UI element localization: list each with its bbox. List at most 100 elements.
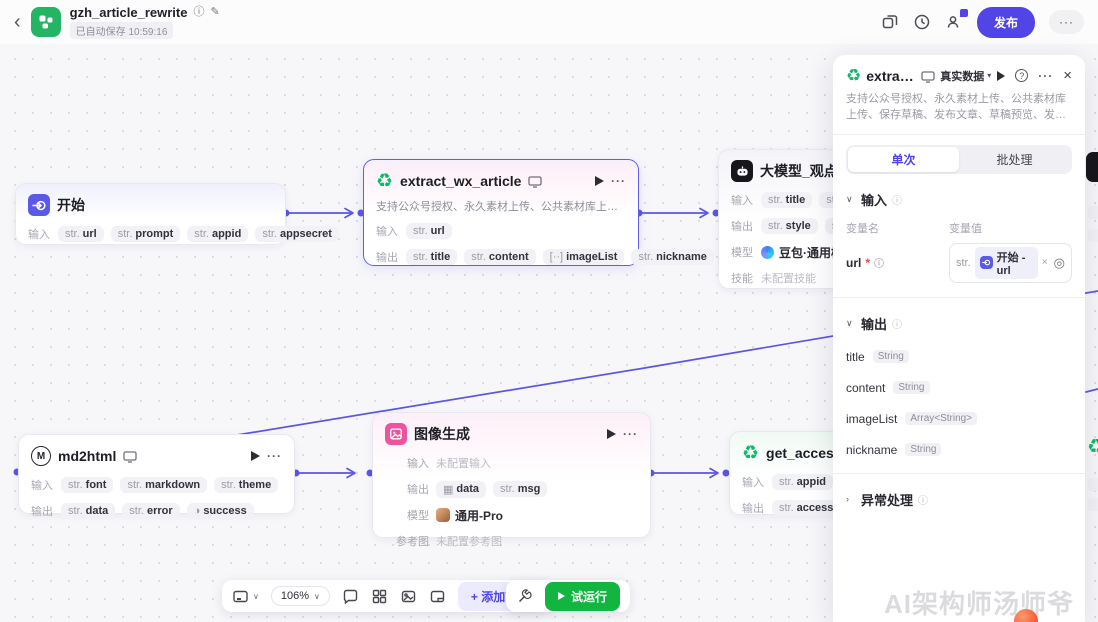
param-tag: str. theme [214,477,279,493]
row-label: 输入 [742,477,764,489]
row-label: 输入 [28,229,50,241]
output-item: nickname String [846,443,1072,457]
header-actions: 发布 ··· [881,6,1084,38]
collapse-icon[interactable]: ∨ [846,318,856,329]
row-label: 输出 [731,221,753,233]
plugin-icon: ♻ [376,170,394,192]
info-icon: ⓘ [874,259,885,271]
workflow-app-icon [30,7,61,37]
node-title: extract_wx_article [400,173,522,189]
duplicate-icon[interactable] [881,13,899,31]
node-md2html[interactable]: M md2html ··· 输入 str. font str. markdown s… [18,434,295,519]
partial-plugin-icon: ♻ [1087,436,1098,458]
node-more-icon[interactable]: ··· [267,449,282,463]
node-extract-wx-article[interactable]: ♻ extract_wx_article ··· 支持公众号授权、永久素材上传、… [363,159,714,266]
partial-node-icon [1086,152,1098,182]
publish-button[interactable]: 发布 [976,6,1035,38]
node-more-icon[interactable]: ··· [611,174,626,188]
auto-layout-icon[interactable] [371,588,388,605]
run-node-icon[interactable] [595,176,604,186]
start-icon [979,256,993,270]
preset-value-icon[interactable]: ◎ [1054,255,1065,271]
llm-robot-icon [731,160,753,182]
collapse-icon[interactable]: ∨ [846,194,856,205]
row-label: 模型 [731,247,753,259]
param-tag: ◑ success [186,503,254,519]
info-icon: ⓘ [918,495,929,507]
row-label: 输入 [31,480,53,492]
markdown-icon: M [31,446,51,466]
node-more-icon[interactable]: ··· [623,427,638,441]
panel-title: extract_wx_article [866,67,916,84]
preview-icon[interactable] [528,175,543,188]
run-node-icon[interactable] [607,429,616,439]
param-tag: str. error [122,503,180,519]
interaction-mode-dropdown[interactable]: ∨ [232,588,259,605]
collaboration-badge [959,9,968,17]
info-icon: ⓘ [892,195,903,207]
param-tag: str. title [761,192,813,208]
test-run-button[interactable]: 试运行 [545,581,621,611]
panel-description: 支持公众号授权、永久素材上传、公共素材库上传、保存草稿、发布文章、草稿预览、发布… [846,93,1066,121]
debug-tool-icon[interactable] [516,588,533,605]
run-mode-tabs: 单次 批处理 [846,144,1072,174]
model-value: 通用-Pro [436,507,503,524]
node-title: md2html [58,448,117,464]
param-tag: str. url [406,223,452,239]
param-tag: ▦ data [436,480,487,498]
edit-icon[interactable]: ✎ [210,7,219,18]
param-tag: str. appid [187,226,249,242]
data-mode-dropdown[interactable]: 真实数据 ▾ [940,68,991,84]
output-item: content String [846,381,1072,395]
info-icon: ⓘ [892,319,903,331]
param-tag: str. markdown [120,477,208,493]
variable-value-field[interactable]: str. 开始 - url × ◎ [949,242,1072,283]
tab-single-run[interactable]: 单次 [848,146,959,172]
partial-tag [1088,229,1098,242]
zoom-level-dropdown[interactable]: 106% ∨ [270,586,330,606]
info-icon[interactable]: ⓘ [193,7,204,18]
preview-icon[interactable] [123,450,137,463]
close-icon[interactable]: × [1063,67,1072,84]
param-tag: str. nickname [631,249,714,265]
run-node-icon[interactable] [251,451,260,461]
tab-batch[interactable]: 批处理 [959,147,1070,172]
param-tag: str. data [61,503,116,519]
back-icon[interactable]: ‹ [14,12,21,32]
input-empty-text: 未配置输入 [436,458,491,470]
node-image-generation[interactable]: 图像生成 ··· 输入 未配置输入 输出 ▦ data str. msg 模型 通用… [372,412,651,548]
variable-reference-pill[interactable]: 开始 - url [974,246,1038,279]
output-section-title: 输出 [861,316,888,332]
panel-more-icon[interactable]: ··· [1038,69,1053,83]
workflow-title: gzh_article_rewrite [69,5,188,20]
output-item: imageList Array<String> [846,412,1072,426]
model-avatar [436,508,450,522]
workflow-editor: { "icons": { "back": "‹", "info": "ⓘ", "… [0,0,1098,622]
partial-tag [1088,478,1098,491]
history-icon[interactable] [913,13,931,31]
node-start[interactable]: 开始 输入 str. url str. prompt str. appid str. a… [15,183,339,245]
node-title: 图像生成 [414,426,470,442]
param-tag: str. title [406,249,458,265]
row-label: 输入 [376,226,398,238]
refimage-empty-text: 未配置参考图 [436,536,502,548]
exception-section-title: 异常处理 [861,492,914,508]
row-label: 输出 [376,252,398,264]
collaboration-icon[interactable] [945,9,968,31]
plugin-icon: ♻ [846,66,862,85]
clear-reference-icon[interactable]: × [1042,257,1048,268]
frame-icon[interactable] [429,588,446,605]
export-image-icon[interactable] [400,588,417,605]
comment-icon[interactable] [342,588,359,605]
expand-icon[interactable]: › [846,494,856,504]
input-column-headers: 变量名 变量值 [846,222,982,235]
preview-icon[interactable] [921,70,935,83]
canvas-toolbar: ∨ 106% ∨ + 添加节点 [222,580,553,612]
param-tag: [··] imageList [542,249,625,265]
run-node-icon[interactable] [997,70,1006,81]
help-icon[interactable]: ? [1015,69,1029,82]
plugin-icon: ♻ [742,442,760,464]
run-toolbar: 试运行 [506,580,631,612]
header-more-button[interactable]: ··· [1049,10,1084,34]
play-icon [558,592,565,600]
